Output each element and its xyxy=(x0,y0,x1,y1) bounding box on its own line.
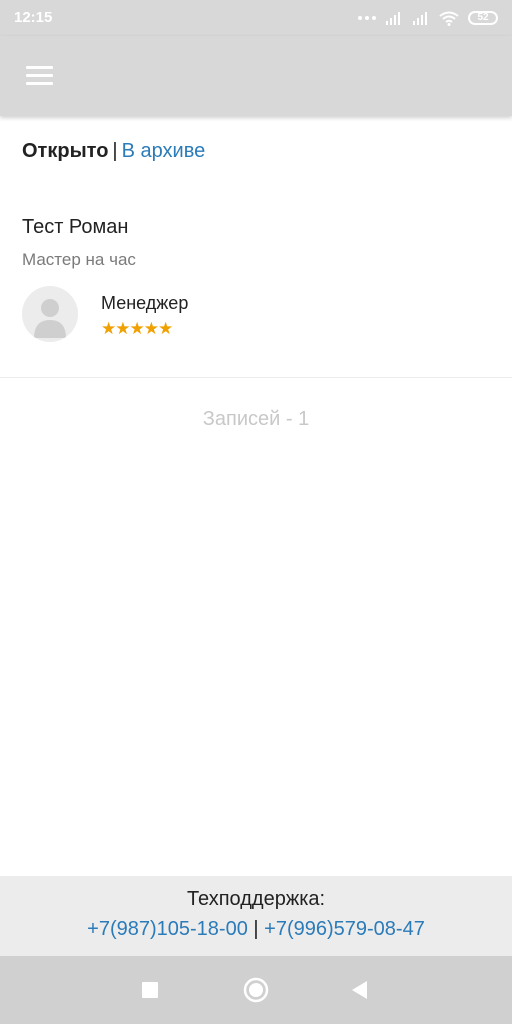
support-label: Техподдержка: xyxy=(186,888,326,910)
support-footer: Техподдержка: +7(987)105-18-00 | +7(996)… xyxy=(0,876,512,956)
manager-role: Менеджер xyxy=(101,293,189,313)
back-triangle-icon[interactable] xyxy=(346,976,374,1004)
support-phone-1[interactable]: +7(987)105-18-00 xyxy=(87,918,248,940)
support-phones: +7(987)105-18-00 | +7(996)579-08-47 xyxy=(0,918,512,941)
app-screen: 12:15 52 Открыто | В архиве Тест Роман М… xyxy=(0,0,512,1024)
status-bar: 12:15 52 xyxy=(0,0,512,36)
filter-separator: | xyxy=(112,140,118,162)
phone-separator: | xyxy=(253,918,259,940)
status-icons: 52 xyxy=(358,8,498,28)
user-placeholder-icon xyxy=(22,286,78,342)
signal-icon xyxy=(386,12,400,25)
records-count: Записей - 1 xyxy=(202,408,310,430)
recents-square-icon[interactable] xyxy=(136,976,164,1004)
item-subtitle: Мастер на час xyxy=(22,250,136,269)
support-phone-2[interactable]: +7(996)579-08-47 xyxy=(264,918,425,940)
signal-icon xyxy=(413,12,427,25)
home-circle-icon[interactable] xyxy=(242,976,270,1004)
star-rating: ★★★★★ xyxy=(101,319,173,338)
wifi-icon xyxy=(439,11,459,26)
filter-open-tab[interactable]: Открыто xyxy=(22,140,108,162)
item-title[interactable]: Тест Роман xyxy=(22,216,128,239)
system-nav-bar xyxy=(0,956,512,1024)
battery-icon: 52 xyxy=(468,11,498,25)
divider xyxy=(0,377,512,378)
status-filter: Открыто | В архиве xyxy=(22,140,205,163)
hamburger-menu-icon[interactable] xyxy=(22,62,58,90)
app-bar xyxy=(0,36,512,116)
filter-archive-link[interactable]: В архиве xyxy=(122,140,206,162)
more-dots-icon xyxy=(358,16,376,20)
status-time: 12:15 xyxy=(14,9,53,26)
